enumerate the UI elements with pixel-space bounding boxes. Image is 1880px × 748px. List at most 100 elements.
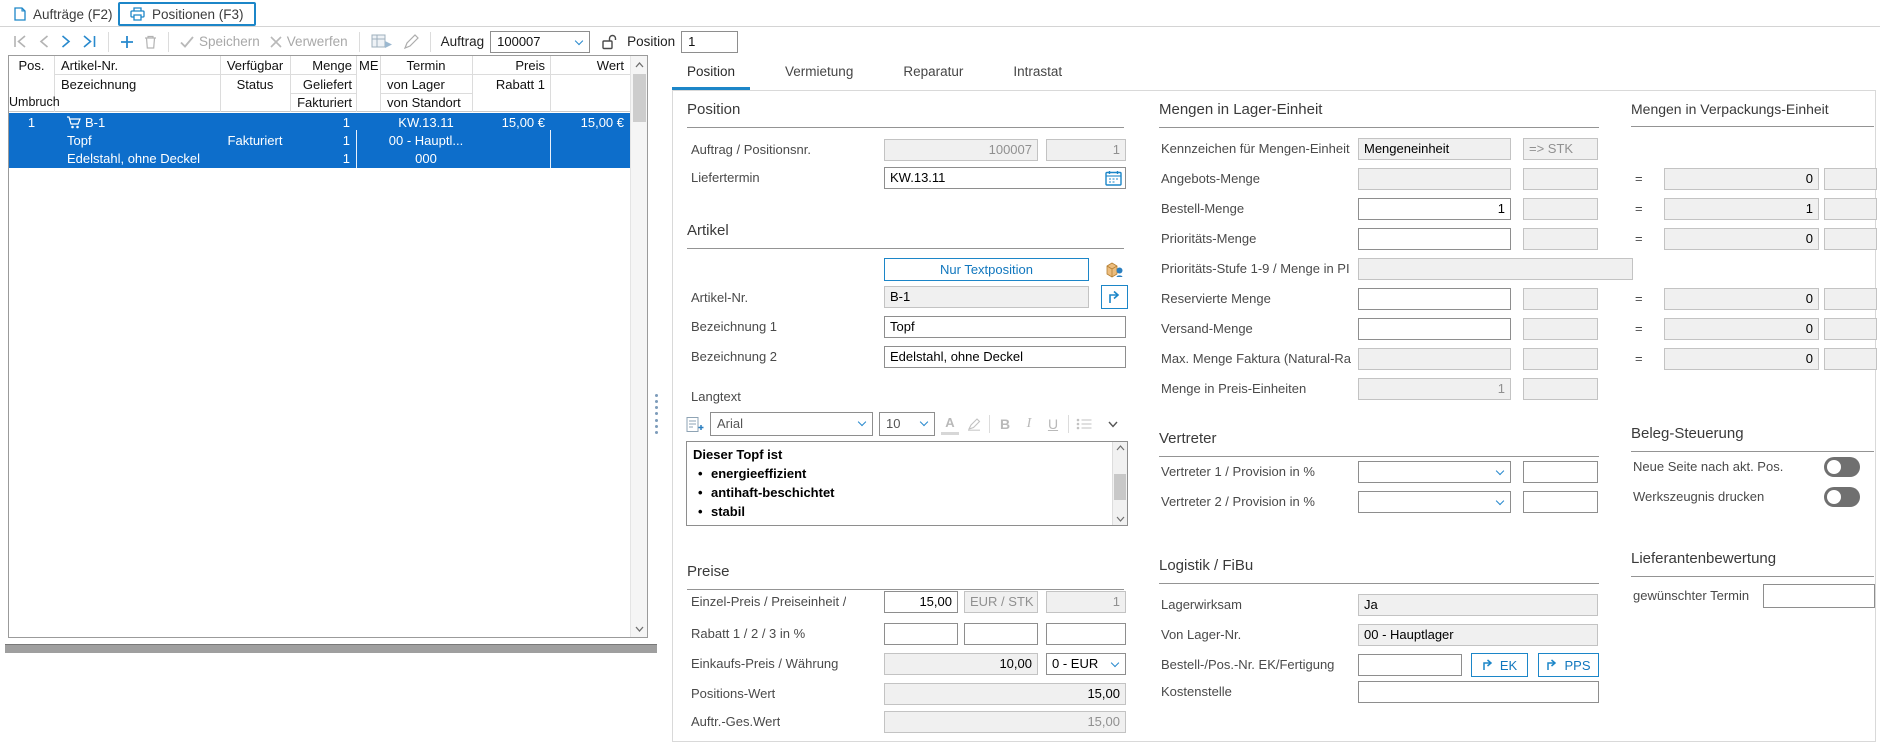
save-button[interactable]: Speichern <box>175 30 265 54</box>
einheit-stk-field: => STK <box>1523 138 1598 160</box>
rabatt3-input[interactable] <box>1046 623 1126 645</box>
provision2-input[interactable] <box>1523 491 1598 513</box>
preiseinheit-faktor-field: 1 <box>1046 591 1126 613</box>
verpackung-einheit-field <box>1824 168 1877 190</box>
von-lager-field: 00 - Hauptlager <box>1358 624 1598 646</box>
italic-icon: I <box>1020 413 1038 435</box>
delete-record-button[interactable] <box>139 30 162 54</box>
gesamtwert-label: Auftr.-Ges.Wert <box>691 711 780 733</box>
article-catalog-button[interactable] <box>1101 257 1128 281</box>
font-size-select[interactable]: 10 <box>879 412 935 436</box>
langtext-line: Dieser Topf ist <box>693 445 1107 464</box>
tab-reparatur[interactable]: Reparatur <box>888 60 978 90</box>
panel-splitter-handle[interactable] <box>653 394 659 434</box>
font-family-select[interactable]: Arial <box>710 412 873 436</box>
prioritaetsmenge-input[interactable] <box>1358 228 1511 250</box>
prioritaetsmenge-label: Prioritäts-Menge <box>1161 228 1357 250</box>
bold-icon: B <box>996 413 1014 435</box>
table-row[interactable]: 1 B-1 Topf Edelstahl, ohne Deckel Faktur… <box>9 113 630 168</box>
insert-textblock-icon[interactable] <box>686 413 704 435</box>
cell-bezeichnung2: Edelstahl, ohne Deckel <box>67 150 200 168</box>
table-scrollbar[interactable] <box>630 56 647 637</box>
werkszeugnis-toggle[interactable] <box>1824 487 1860 507</box>
position-input[interactable]: 1 <box>681 31 738 53</box>
copy-position-button[interactable] <box>366 30 398 54</box>
section-title-lagereinheit: Mengen in Lager-Einheit <box>1159 101 1599 128</box>
nur-textposition-button[interactable]: Nur Textposition <box>884 258 1089 281</box>
tab-auftraege[interactable]: Aufträge (F2) <box>4 3 123 25</box>
einzelpreis-label: Einzel-Preis / Preiseinheit / <box>691 591 846 613</box>
first-record-button[interactable] <box>8 30 33 54</box>
bestellnr-input[interactable] <box>1358 654 1462 676</box>
column-header-me: ME <box>359 56 379 74</box>
section-title-preise: Preise <box>687 563 1124 590</box>
next-record-button[interactable] <box>55 30 77 54</box>
lagerwirksam-label: Lagerwirksam <box>1161 594 1357 616</box>
kostenstelle-input[interactable] <box>1358 681 1599 703</box>
scroll-down-icon[interactable] <box>631 620 648 637</box>
toolbar-separator <box>168 32 169 52</box>
lock-toggle-button[interactable] <box>596 30 623 54</box>
vertreter1-label: Vertreter 1 / Provision in % <box>1161 461 1357 483</box>
scroll-down-icon[interactable] <box>1113 513 1128 525</box>
rabatt1-input[interactable] <box>884 623 958 645</box>
scrollbar-thumb[interactable] <box>633 74 646 122</box>
bezeichnung1-input[interactable]: Topf <box>884 316 1126 338</box>
cell-geliefert: 1 <box>290 132 350 150</box>
column-header-rabatt: Rabatt 1 <box>472 75 545 93</box>
calendar-button[interactable] <box>1103 169 1123 187</box>
einzelpreis-input[interactable]: 15,00 <box>884 591 958 613</box>
grid-line <box>356 130 357 168</box>
vertreter1-select[interactable] <box>1358 461 1511 483</box>
versandmenge-input[interactable] <box>1358 318 1511 340</box>
goto-artikel-button[interactable] <box>1101 285 1128 309</box>
printer-icon <box>130 7 145 21</box>
verpackung-menge-field: 0 <box>1664 348 1819 370</box>
add-record-button[interactable] <box>115 30 139 54</box>
horizontal-splitter[interactable] <box>5 644 657 653</box>
discard-button[interactable]: Verwerfen <box>265 30 353 54</box>
kostenstelle-label: Kostenstelle <box>1161 681 1357 703</box>
verpackung-einheit-field <box>1824 318 1877 340</box>
langtext-editor[interactable]: Dieser Topf ist •energieeffizient •antih… <box>686 441 1128 526</box>
chevron-down-icon <box>920 418 928 426</box>
cell-pos: 1 <box>9 114 54 132</box>
editor-scrollbar[interactable] <box>1112 442 1127 525</box>
preiseinheit-field: EUR / STK <box>964 591 1038 613</box>
liefertermin-input[interactable]: KW.13.11 <box>884 167 1126 189</box>
waehrung-select[interactable]: 0 - EUR <box>1046 653 1126 675</box>
font-color-icon: A <box>941 413 959 435</box>
chevron-down-icon <box>575 36 583 44</box>
rabatt2-input[interactable] <box>964 623 1038 645</box>
scroll-up-icon[interactable] <box>1113 442 1128 454</box>
bezeichnung2-input[interactable]: Edelstahl, ohne Deckel <box>884 346 1126 368</box>
tab-positionen[interactable]: Positionen (F3) <box>118 2 256 26</box>
more-options-icon[interactable] <box>1104 413 1122 435</box>
tab-intrastat[interactable]: Intrastat <box>998 60 1077 90</box>
bestellmenge-input[interactable]: 1 <box>1358 198 1511 220</box>
gewuenschter-termin-input[interactable] <box>1763 584 1875 608</box>
positionswert-label: Positions-Wert <box>691 683 775 705</box>
angebotsmenge-field <box>1358 168 1511 190</box>
article-catalog-icon <box>1105 259 1125 279</box>
column-header-von-lager: von Lager <box>387 75 445 93</box>
edit-text-button[interactable] <box>398 30 424 54</box>
langtext-bullet: •antihaft-beschichtet <box>693 483 1107 502</box>
neue-seite-toggle[interactable] <box>1824 457 1860 477</box>
artikel-nr-field: B-1 <box>884 286 1089 308</box>
tab-vermietung[interactable]: Vermietung <box>770 60 868 90</box>
verpackung-einheit-field <box>1824 288 1877 310</box>
tab-position[interactable]: Position <box>672 60 750 90</box>
provision1-input[interactable] <box>1523 461 1598 483</box>
langtext-bullet: •stabil <box>693 502 1107 521</box>
last-record-button[interactable] <box>77 30 102 54</box>
ek-button[interactable]: EK <box>1471 653 1528 677</box>
lagerwirksam-field: Ja <box>1358 594 1598 616</box>
auftrag-combobox[interactable]: 100007 <box>490 31 590 53</box>
vertreter2-select[interactable] <box>1358 491 1511 513</box>
pps-button[interactable]: PPS <box>1538 653 1599 677</box>
reservierte-menge-input[interactable] <box>1358 288 1511 310</box>
scroll-up-icon[interactable] <box>631 56 648 73</box>
scrollbar-thumb[interactable] <box>1114 474 1126 500</box>
previous-record-button[interactable] <box>33 30 55 54</box>
